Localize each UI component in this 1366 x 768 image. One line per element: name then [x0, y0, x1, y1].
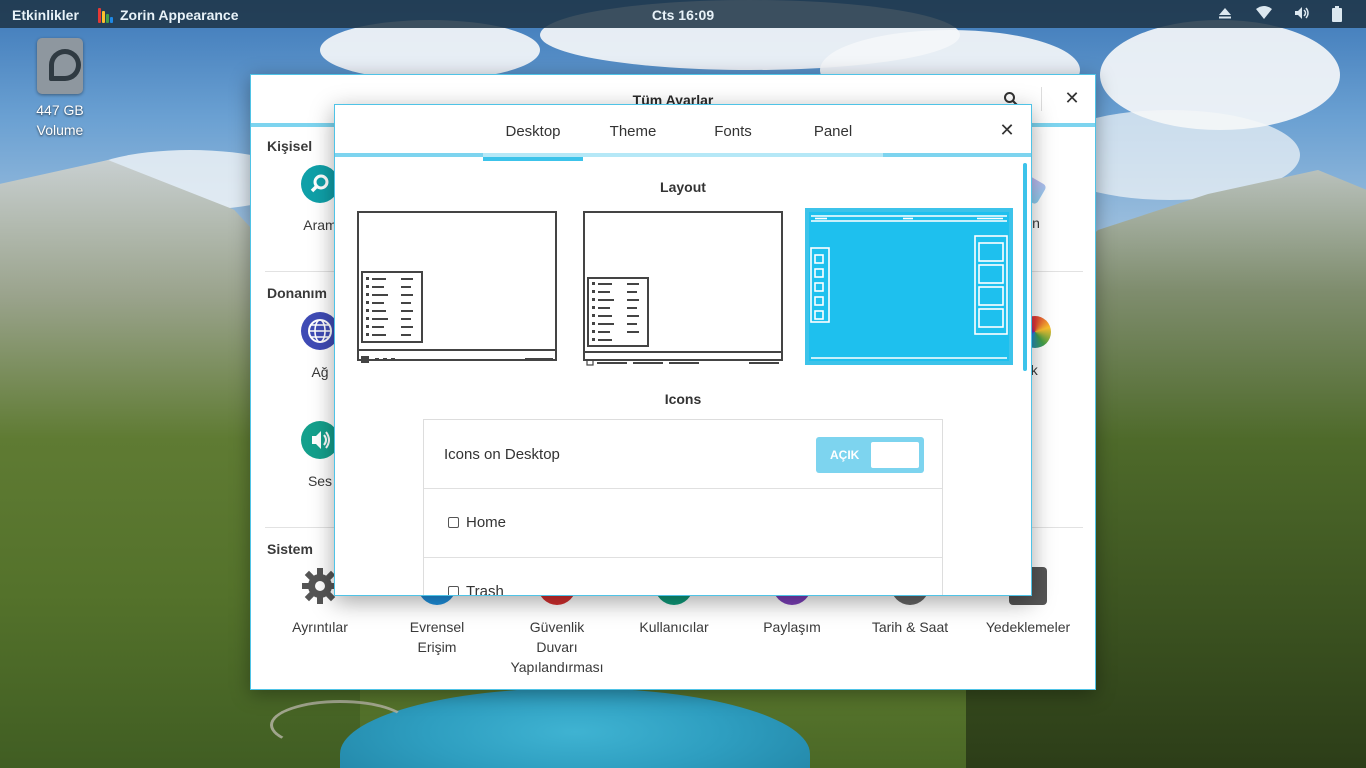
trash-icon-row: Trash: [424, 558, 942, 596]
layout-option-windows-classic[interactable]: [583, 211, 783, 366]
settings-item-label: Erişim: [417, 639, 457, 655]
eject-icon[interactable]: [1218, 6, 1234, 22]
app-name: Zorin Appearance: [120, 7, 239, 23]
system-tray[interactable]: [1218, 6, 1348, 22]
toggle-state-label: AÇIK: [830, 448, 860, 462]
settings-close-button[interactable]: ✕: [1061, 88, 1083, 109]
settings-item-label: Ayrıntılar: [292, 619, 348, 635]
section-system: Sistem: [267, 541, 313, 557]
header-separator: [1041, 87, 1042, 111]
tab-theme[interactable]: Theme: [583, 105, 683, 157]
settings-item-label: Duvarı: [536, 639, 578, 655]
taskbar-preview: [359, 349, 555, 363]
top-bar: Etkinlikler Zorin Appearance Cts 16:09: [0, 0, 1366, 28]
icons-on-desktop-row: Icons on Desktop AÇIK: [424, 420, 942, 489]
drive-icon: [37, 38, 83, 94]
settings-item-label: Yapılandırması: [510, 659, 604, 675]
home-checkbox[interactable]: [448, 517, 459, 528]
icons-on-desktop-toggle[interactable]: AÇIK: [816, 437, 924, 473]
desktop-drive-icon[interactable]: 447 GB Volume: [22, 38, 98, 140]
volume-icon[interactable]: [1294, 6, 1310, 22]
settings-item-label: Tarih & Saat: [871, 619, 949, 635]
settings-item-label: in: [1029, 215, 1040, 231]
start-menu-preview: [361, 271, 423, 343]
icons-settings-panel: Icons on Desktop AÇIK Home Trash: [423, 419, 943, 596]
drive-label-name: Volume: [36, 122, 84, 138]
layout-option-touch[interactable]: [805, 208, 1013, 365]
tab-panel[interactable]: Panel: [783, 105, 883, 157]
trash-checkbox[interactable]: [448, 586, 459, 595]
settings-item-label: Yedeklemeler: [985, 619, 1071, 635]
settings-item-label: Kullanıcılar: [639, 619, 709, 635]
appearance-window: Desktop Theme Fonts Panel ✕ Layout Icons…: [334, 104, 1032, 596]
touch-layout-preview: [810, 215, 1008, 359]
toggle-knob: [871, 442, 919, 468]
icons-heading: Icons: [664, 391, 702, 407]
app-menu[interactable]: Zorin Appearance: [98, 7, 239, 23]
settings-item-label: Güvenlik: [529, 619, 585, 635]
layout-heading: Layout: [660, 179, 706, 195]
home-icon-row: Home: [424, 489, 942, 558]
icons-on-desktop-label: Icons on Desktop: [444, 446, 560, 463]
tab-fonts[interactable]: Fonts: [683, 105, 783, 157]
taskbar-preview: [585, 351, 781, 366]
wifi-icon[interactable]: [1256, 6, 1272, 22]
zorin-appearance-icon: [98, 7, 114, 23]
drive-label-size: 447 GB: [36, 102, 84, 118]
start-menu-preview: [587, 277, 649, 347]
tab-desktop[interactable]: Desktop: [483, 105, 583, 161]
appearance-close-button[interactable]: ✕: [997, 120, 1017, 141]
trash-label: Trash: [466, 583, 504, 596]
wallpaper-cloud: [320, 20, 540, 80]
settings-item-label: Paylaşım: [763, 619, 821, 635]
home-label: Home: [466, 514, 507, 531]
settings-item-label: Evrensel: [409, 619, 465, 635]
section-hardware: Donanım: [267, 285, 327, 301]
activities-button[interactable]: Etkinlikler: [12, 7, 79, 23]
layout-option-classic[interactable]: [357, 211, 557, 363]
section-personal: Kişisel: [267, 138, 313, 154]
battery-icon[interactable]: [1332, 6, 1348, 22]
appearance-header: Desktop Theme Fonts Panel ✕: [335, 105, 1031, 161]
wallpaper-road: [270, 700, 410, 750]
